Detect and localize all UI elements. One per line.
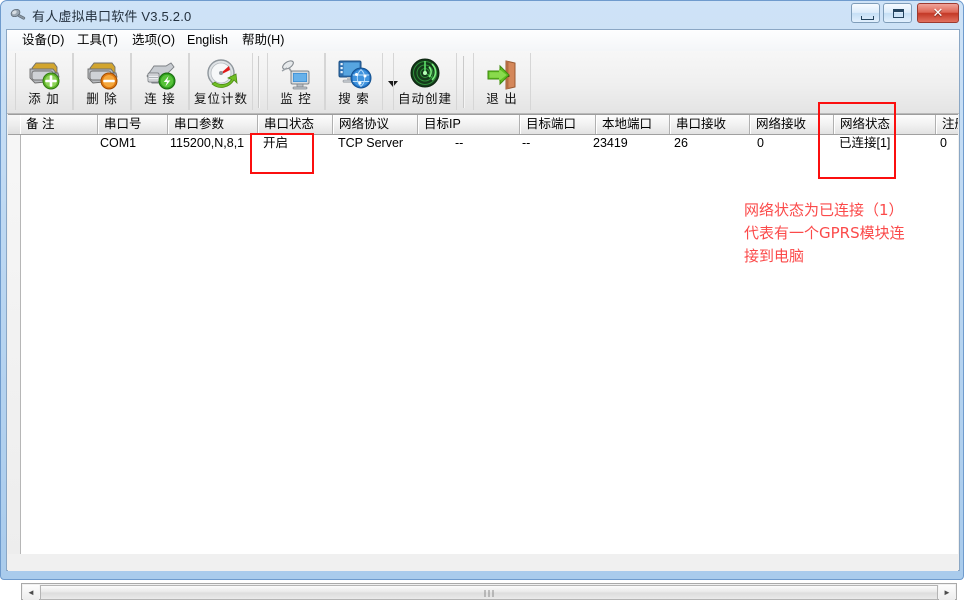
annotation-note: 网络状态为已连接（1） 代表有一个GPRS模块连 接到电脑 [744, 199, 959, 268]
annotation-note-line-3: 接到电脑 [744, 245, 959, 268]
column-header-target-port[interactable]: 目标端口 [520, 115, 596, 134]
column-header-target-ip[interactable]: 目标IP [418, 115, 520, 134]
monitor-icon [278, 57, 314, 91]
cell-net-protocol: TCP Server [338, 134, 403, 152]
toolbar-label-auto-create: 自动创建 [394, 91, 456, 107]
cell-serial-rx: 26 [674, 134, 688, 152]
window-title: 有人虚拟串口软件 V3.5.2.0 [32, 6, 191, 25]
scroll-left-arrow-icon[interactable]: ◄ [23, 585, 39, 600]
port-list-view[interactable]: 备 注 串口号 串口参数 串口状态 网络协议 目标IP 目标端口 本地端口 串口… [8, 114, 958, 555]
table-row[interactable]: COM1 115200,N,8,1 开启 TCP Server -- -- 23… [8, 134, 958, 152]
add-port-icon [26, 57, 62, 91]
annotation-note-line-1: 网络状态为已连接（1） [744, 199, 959, 222]
toolbar-separator-1 [258, 56, 260, 108]
toolbar: 添 加 [7, 51, 959, 114]
minimize-icon [861, 16, 874, 20]
minimize-button[interactable] [851, 3, 880, 23]
cell-target-port: -- [522, 134, 530, 152]
toolbar-button-search[interactable]: 搜 索 [325, 53, 383, 110]
auto-create-icon [407, 57, 443, 91]
toolbar-label-add: 添 加 [16, 91, 72, 107]
toolbar-button-auto-create[interactable]: 自动创建 [393, 53, 457, 110]
column-header-net-protocol[interactable]: 网络协议 [333, 115, 418, 134]
column-header-register[interactable]: 注册 [936, 115, 958, 134]
cell-com-port: COM1 [100, 134, 136, 152]
scrollbar-thumb[interactable] [40, 585, 938, 600]
toolbar-button-reset-counter[interactable]: 复位计数 [189, 53, 253, 110]
table-header-row: 备 注 串口号 串口参数 串口状态 网络协议 目标IP 目标端口 本地端口 串口… [8, 115, 958, 135]
column-header-net-status[interactable]: 网络状态 [834, 115, 936, 134]
cell-serial-params: 115200,N,8,1 [170, 134, 244, 152]
listview-gutter [8, 115, 21, 555]
cell-target-ip: -- [455, 134, 463, 152]
maximize-icon [893, 9, 904, 18]
cell-net-status: 已连接[1] [839, 134, 890, 152]
cell-net-rx: 0 [757, 134, 764, 152]
column-header-serial-params[interactable]: 串口参数 [168, 115, 258, 134]
cell-serial-status: 开启 [263, 134, 288, 152]
column-header-com-port[interactable]: 串口号 [98, 115, 168, 134]
connect-icon [142, 57, 178, 91]
search-network-icon [336, 57, 372, 91]
menu-item-help[interactable]: 帮助(H) [235, 32, 291, 49]
toolbar-button-exit[interactable]: 退 出 [473, 53, 531, 110]
toolbar-button-connect[interactable]: 连 接 [131, 53, 189, 110]
close-icon: ✕ [918, 4, 958, 22]
toolbar-label-exit: 退 出 [474, 91, 530, 107]
reset-counter-icon [203, 57, 239, 91]
toolbar-label-search: 搜 索 [326, 91, 382, 107]
toolbar-label-monitor: 监 控 [268, 91, 324, 107]
scrollbar-track[interactable]: ◄ ► [23, 585, 955, 598]
exit-icon [484, 57, 520, 91]
maximize-button[interactable] [883, 3, 912, 23]
toolbar-label-connect: 连 接 [132, 91, 188, 107]
menu-item-english[interactable]: English [180, 32, 235, 49]
menu-bar: 设备(D) 工具(T) 选项(O) English 帮助(H) [7, 30, 959, 52]
annotation-note-line-2: 代表有一个GPRS模块连 [744, 222, 959, 245]
app-icon [10, 7, 27, 23]
delete-port-icon [84, 57, 120, 91]
menu-item-device[interactable]: 设备(D) [15, 32, 71, 49]
toolbar-label-reset-counter: 复位计数 [190, 91, 252, 107]
cell-register: 0 [940, 134, 947, 152]
scrollbar-grip-icon [485, 590, 494, 597]
client-area: 设备(D) 工具(T) 选项(O) English 帮助(H) [6, 29, 960, 571]
menu-item-options[interactable]: 选项(O) [125, 32, 182, 49]
column-header-net-rx[interactable]: 网络接收 [750, 115, 834, 134]
toolbar-separator-2 [463, 56, 465, 108]
column-header-remark[interactable]: 备 注 [20, 115, 98, 134]
column-header-serial-status[interactable]: 串口状态 [258, 115, 333, 134]
toolbar-button-add[interactable]: 添 加 [15, 53, 73, 110]
toolbar-label-delete: 删 除 [74, 91, 130, 107]
title-bar[interactable]: 有人虚拟串口软件 V3.5.2.0 ✕ [1, 1, 964, 29]
toolbar-button-monitor[interactable]: 监 控 [267, 53, 325, 110]
scroll-right-arrow-icon[interactable]: ► [939, 585, 955, 600]
application-window: 有人虚拟串口软件 V3.5.2.0 ✕ 设备(D) 工具(T) 选项(O) En… [0, 0, 964, 580]
menu-item-tools[interactable]: 工具(T) [70, 32, 125, 49]
column-header-serial-rx[interactable]: 串口接收 [670, 115, 750, 134]
close-button[interactable]: ✕ [917, 3, 959, 23]
cell-local-port: 23419 [593, 134, 628, 152]
listview-bottom-pad [8, 554, 958, 571]
horizontal-scrollbar[interactable]: ◄ ► [21, 583, 957, 600]
column-header-local-port[interactable]: 本地端口 [596, 115, 670, 134]
toolbar-button-delete[interactable]: 删 除 [73, 53, 131, 110]
